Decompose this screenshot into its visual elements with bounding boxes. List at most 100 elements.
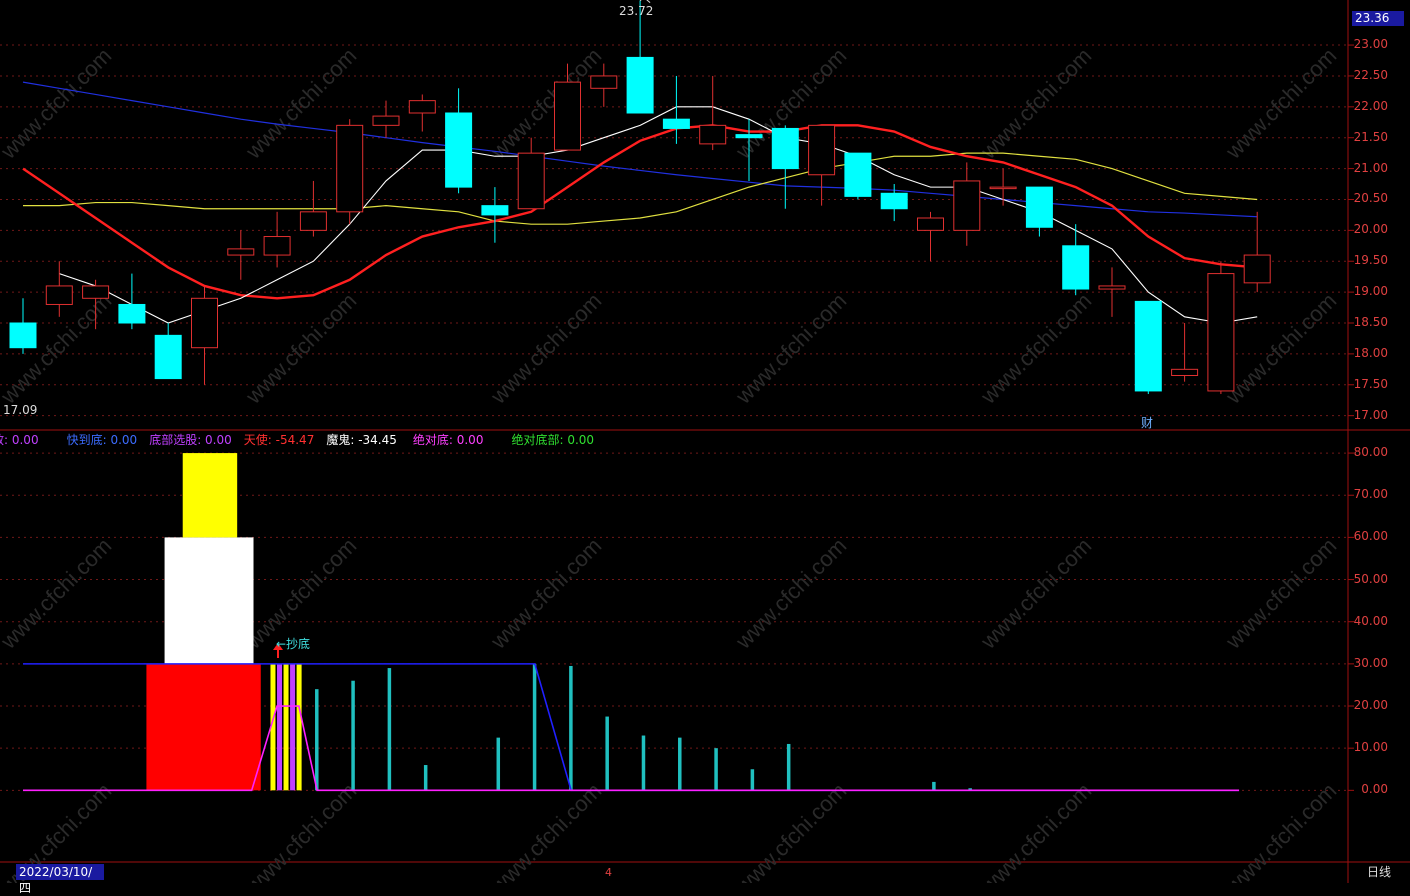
candle-body bbox=[554, 81, 581, 151]
watermark-text: www.cfchi.com bbox=[485, 778, 606, 883]
chaodi-annotation: ←抄底 bbox=[276, 637, 311, 651]
candle-body bbox=[445, 112, 473, 188]
indicator-bar bbox=[351, 680, 355, 791]
yellow-block bbox=[182, 453, 238, 538]
period-selector-button[interactable]: 日线 bbox=[1354, 863, 1404, 881]
indicator-value: -34.45 bbox=[354, 433, 397, 447]
candle-body bbox=[953, 180, 981, 231]
finance-event-marker[interactable]: 财 bbox=[1141, 414, 1153, 431]
indicator-value-item: 魔鬼: -34.45 bbox=[326, 431, 397, 448]
candle-body bbox=[227, 248, 255, 256]
candle-body bbox=[626, 56, 654, 114]
candle-body bbox=[662, 118, 690, 129]
candle-body bbox=[771, 127, 799, 170]
candle-body bbox=[263, 236, 291, 256]
indicator-bar bbox=[641, 735, 646, 791]
watermark-text: www.cfchi.com bbox=[1220, 533, 1341, 654]
indicator-tick-label: 20.00 bbox=[1353, 698, 1388, 713]
candle-body bbox=[299, 211, 327, 231]
indicator-bar bbox=[714, 748, 718, 791]
indicator-tick-label: 70.00 bbox=[1353, 487, 1388, 502]
indicator-bar bbox=[605, 716, 609, 791]
watermark-text: www.cfchi.com bbox=[730, 778, 851, 883]
signal-stripe bbox=[290, 663, 296, 791]
candle-body bbox=[517, 152, 545, 210]
candle-body bbox=[1062, 245, 1090, 290]
candle-body bbox=[336, 124, 364, 213]
candle-body bbox=[191, 297, 218, 349]
indicator-bar bbox=[532, 663, 537, 791]
indicator-bar bbox=[786, 743, 791, 791]
indicator-tick-label: 30.00 bbox=[1353, 655, 1388, 670]
price-tick-label: 20.00 bbox=[1353, 222, 1388, 237]
price-tick-label: 19.50 bbox=[1353, 253, 1388, 268]
indicator-value-item: 散: 0.00 bbox=[0, 431, 39, 448]
candle-body bbox=[45, 285, 73, 305]
candle-body bbox=[1134, 300, 1162, 392]
candle-body bbox=[481, 205, 509, 216]
watermark-text: www.cfchi.com bbox=[1220, 778, 1341, 883]
candle-body bbox=[880, 192, 908, 210]
indicator-tick-label: 10.00 bbox=[1353, 740, 1388, 755]
price-tick-label: 17.00 bbox=[1353, 407, 1388, 422]
indicator-bar bbox=[315, 689, 319, 791]
high-marker bbox=[639, 0, 651, 3]
candle-body bbox=[1243, 254, 1271, 284]
candle-body bbox=[808, 124, 836, 176]
indicator-tick-label: 60.00 bbox=[1353, 529, 1388, 544]
indicator-label: 绝对底: bbox=[412, 433, 453, 447]
signal-stripe bbox=[277, 663, 283, 791]
candle-body bbox=[917, 217, 944, 231]
signal-stripe bbox=[296, 663, 302, 791]
indicator-label: 绝对底部: bbox=[511, 433, 564, 447]
candle-body bbox=[844, 152, 872, 197]
indicator-value: 0.00 bbox=[452, 433, 484, 447]
indicator-value: 0.00 bbox=[106, 433, 138, 447]
indicator-value-item: 天使: -54.47 bbox=[244, 431, 315, 448]
watermark-text: www.cfchi.com bbox=[975, 533, 1096, 654]
candle-body bbox=[372, 115, 400, 126]
indicator-bar bbox=[423, 765, 428, 791]
price-tick-label: 19.00 bbox=[1353, 284, 1388, 299]
signal-stripe bbox=[283, 663, 289, 791]
candle-body bbox=[408, 100, 436, 114]
indicator-bar bbox=[678, 737, 682, 791]
candle-body bbox=[1025, 186, 1053, 228]
price-tick-label: 22.00 bbox=[1353, 98, 1388, 113]
indicator-values-bar: 散: 0.00快到底: 0.00底部选股: 0.00天使: -54.47魔鬼: … bbox=[0, 431, 600, 448]
watermark-text: www.cfchi.com bbox=[975, 778, 1096, 883]
price-tick-label: 23.00 bbox=[1353, 37, 1388, 52]
price-tick-label: 21.50 bbox=[1353, 129, 1388, 144]
watermark-text: www.cfchi.com bbox=[730, 288, 851, 409]
indicator-label: 散: bbox=[0, 433, 9, 447]
ma20-line bbox=[23, 152, 1258, 225]
month-marker: 4 bbox=[605, 866, 612, 879]
watermark-text: www.cfchi.com bbox=[975, 43, 1096, 164]
indicator-bar bbox=[569, 665, 573, 791]
last-price-badge: 23.36 bbox=[1352, 11, 1404, 26]
indicator-tick-label: 80.00 bbox=[1353, 445, 1388, 460]
candle-body bbox=[699, 124, 727, 145]
watermark-text: www.cfchi.com bbox=[1220, 43, 1341, 164]
indicator-label: 天使: bbox=[243, 433, 272, 447]
watermark-text: www.cfchi.com bbox=[0, 43, 116, 164]
indicator-bar bbox=[932, 781, 936, 791]
watermark-text: www.cfchi.com bbox=[485, 533, 606, 654]
indicator-value-item: 快到底: 0.00 bbox=[67, 431, 138, 448]
high-price-label: 23.72 bbox=[619, 4, 654, 18]
indicator-bar bbox=[496, 737, 501, 791]
indicator-bar bbox=[750, 769, 755, 791]
indicator-value: 0.00 bbox=[201, 433, 232, 447]
indicator-label: 快到底: bbox=[66, 433, 107, 447]
watermark-text: www.cfchi.com bbox=[240, 778, 361, 883]
indicator-label: 底部选股: bbox=[149, 433, 202, 447]
watermark-text: www.cfchi.com bbox=[1220, 288, 1341, 409]
candle-body bbox=[590, 75, 618, 89]
candle-body bbox=[735, 134, 763, 139]
watermark-text: www.cfchi.com bbox=[730, 533, 851, 654]
candle-body bbox=[82, 285, 110, 299]
watermark-text: www.cfchi.com bbox=[240, 288, 361, 409]
indicator-value: -54.47 bbox=[271, 433, 315, 447]
price-tick-label: 17.50 bbox=[1353, 376, 1388, 391]
candle-body bbox=[118, 303, 146, 324]
